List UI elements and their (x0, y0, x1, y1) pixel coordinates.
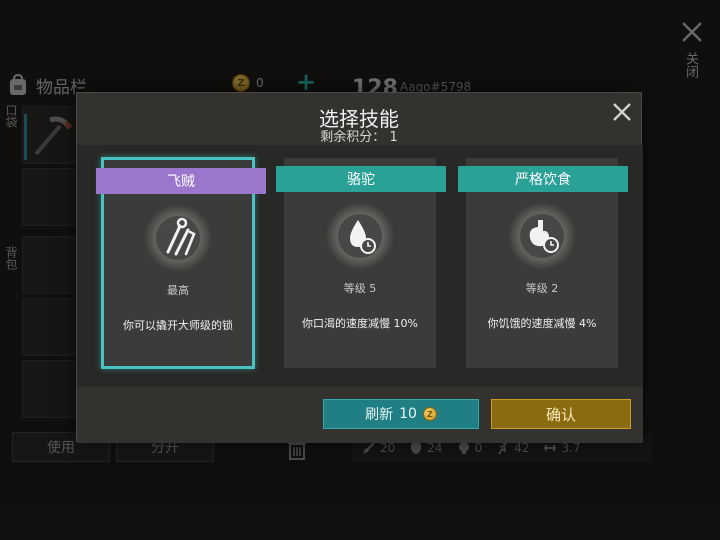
skill-name-ribbon: 骆驼 (276, 166, 446, 192)
skill-card-thief[interactable]: 飞贼 最高 你可以撬开大师级的锁 (96, 157, 266, 369)
skill-select-dialog: 选择技能 剩余积分： 1 飞贼 最高 你可以撬开大师级的锁 骆驼 等级 5 你口… (76, 92, 643, 443)
water-drop-clock-icon (326, 202, 394, 270)
refresh-button[interactable]: 刷新 10 Z (323, 399, 479, 429)
dialog-footer: 刷新 10 Z 确认 (77, 387, 643, 443)
skill-level: 等级 2 (525, 282, 559, 295)
stomach-clock-icon (508, 202, 576, 270)
refresh-label: 刷新 (365, 407, 394, 423)
skill-name-ribbon: 飞贼 (96, 168, 266, 194)
coin-icon: Z (422, 407, 437, 421)
close-icon[interactable] (611, 101, 633, 123)
skill-name: 飞贼 (167, 174, 195, 190)
lockpick-icon (144, 204, 212, 272)
remaining-points: 剩余积分： 1 (77, 126, 641, 145)
skill-description: 你可以撬开大师级的锁 (123, 319, 233, 332)
skill-name-ribbon: 严格饮食 (458, 166, 628, 192)
confirm-button[interactable]: 确认 (491, 399, 631, 429)
skill-level: 最高 (167, 284, 189, 297)
skill-cards-area: 飞贼 最高 你可以撬开大师级的锁 骆驼 等级 5 你口渴的速度减慢 10% 严格… (77, 145, 643, 387)
skill-description: 你饥饿的速度减慢 4% (487, 317, 597, 330)
refresh-cost: 10 (399, 406, 417, 422)
skill-level: 等级 5 (343, 282, 377, 295)
points-label: 剩余积分： (320, 130, 386, 145)
skill-card-strict-diet[interactable]: 严格饮食 等级 2 你饥饿的速度减慢 4% (458, 157, 628, 369)
skill-description: 你口渴的速度减慢 10% (302, 317, 418, 330)
skill-card-camel[interactable]: 骆驼 等级 5 你口渴的速度减慢 10% (276, 157, 446, 369)
points-value: 1 (389, 130, 398, 145)
skill-name: 严格饮食 (515, 172, 571, 188)
skill-name: 骆驼 (347, 172, 375, 188)
